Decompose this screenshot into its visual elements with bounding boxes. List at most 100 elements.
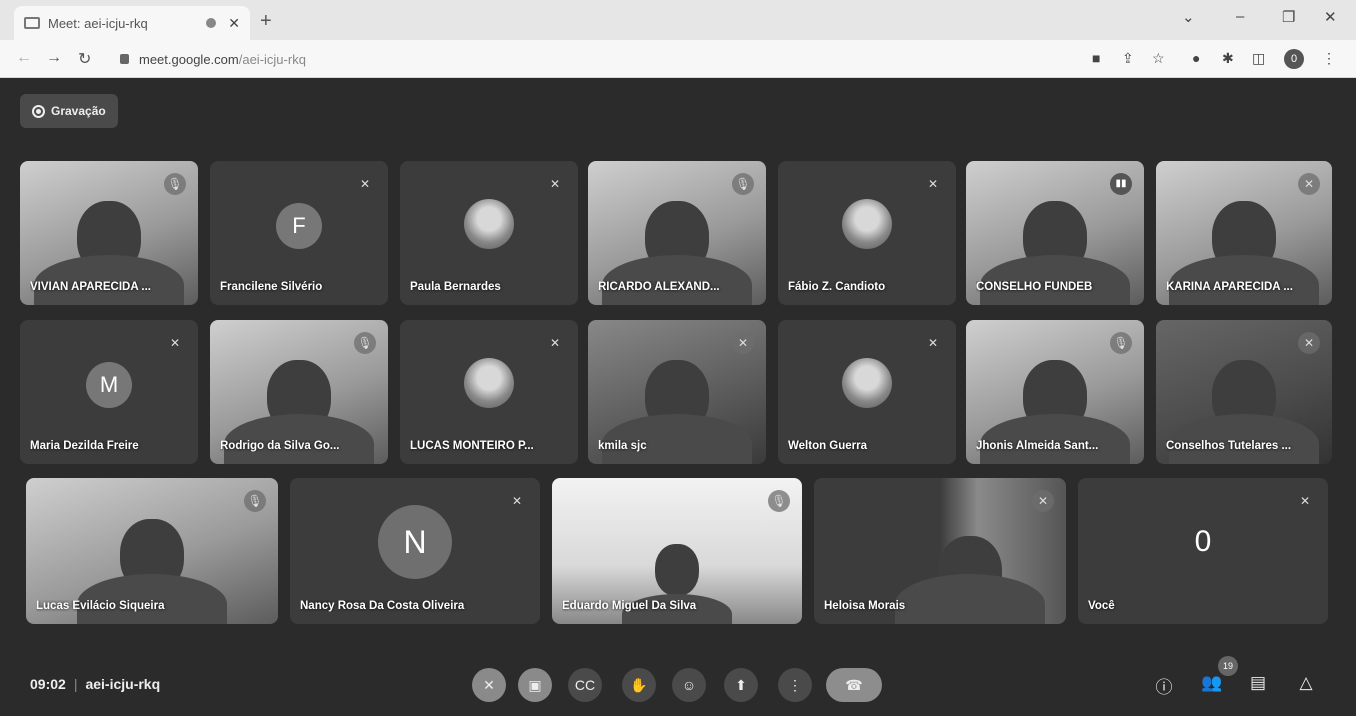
participant-avatar — [842, 358, 892, 408]
recording-indicator-icon — [206, 18, 217, 28]
participant-video-body — [224, 414, 374, 464]
browser-tab[interactable]: Meet: aei-icju-rkq ✕ — [14, 6, 250, 40]
participant-tile-self[interactable]: 0 ✕ Você — [1078, 478, 1328, 624]
new-tab-button[interactable]: + — [260, 10, 272, 33]
share-icon[interactable]: ⇪ — [1122, 50, 1134, 67]
participant-name: CONSELHO FUNDEB — [976, 281, 1093, 293]
participant-video-body — [980, 414, 1130, 464]
recording-label: Gravação — [51, 104, 106, 118]
participant-name: Francilene Silvério — [220, 281, 323, 293]
participant-tile[interactable]: ✕ Heloisa Morais — [814, 478, 1066, 624]
back-icon[interactable]: ← — [16, 49, 32, 67]
participant-name: LUCAS MONTEIRO P... — [410, 440, 534, 452]
participant-name: Rodrigo da Silva Go... — [220, 440, 340, 452]
extension-icon[interactable]: ● — [1192, 50, 1200, 66]
captions-button[interactable]: CC — [568, 668, 602, 702]
people-icon[interactable]: 👥 — [1200, 673, 1224, 693]
meet-favicon-icon — [24, 17, 40, 29]
participant-avatar — [842, 199, 892, 249]
more-options-button[interactable]: ⋮ — [778, 668, 812, 702]
participant-tile[interactable]: ▮▮ CONSELHO FUNDEB — [966, 161, 1144, 305]
participant-video-body — [602, 414, 752, 464]
participant-tile[interactable]: 🎙 Lucas Evilácio Siqueira — [26, 478, 278, 624]
participant-tile[interactable]: ✕ LUCAS MONTEIRO P... — [400, 320, 578, 464]
meeting-details-icon[interactable]: ⓘ — [1152, 673, 1176, 698]
mic-off-icon: ✕ — [1298, 332, 1320, 354]
restore-button[interactable]: ❐ — [1282, 8, 1295, 26]
participant-tile[interactable]: 🎙 Eduardo Miguel Da Silva — [552, 478, 802, 624]
participant-name: VIVIAN APARECIDA ... — [30, 281, 151, 293]
mic-off-icon: ✕ — [549, 336, 561, 350]
mic-off-icon: ✕ — [1032, 490, 1054, 512]
meeting-code: aei-icju-rkq — [85, 676, 161, 692]
participant-tile[interactable]: 🎙 VIVIAN APARECIDA ... — [20, 161, 198, 305]
participant-avatar — [464, 199, 514, 249]
meeting-info: 09:02 | aei-icju-rkq — [30, 676, 160, 692]
participant-tile[interactable]: ✕ kmila sjc — [588, 320, 766, 464]
mic-off-icon: ✕ — [169, 336, 181, 350]
participant-tile[interactable]: 🎙 RICARDO ALEXAND... — [588, 161, 766, 305]
url-field[interactable]: meet.google.com/aei-icju-rkq — [120, 48, 306, 70]
raise-hand-button[interactable]: ✋ — [622, 668, 656, 702]
participant-tile[interactable]: ✕ Welton Guerra — [778, 320, 956, 464]
camera-toggle-button[interactable]: ▣ — [518, 668, 552, 702]
participant-name: Nancy Rosa Da Costa Oliveira — [300, 600, 465, 612]
mic-off-icon: ✕ — [1299, 494, 1311, 508]
participant-name: kmila sjc — [598, 440, 647, 452]
chat-icon[interactable]: ▤ — [1246, 673, 1270, 693]
participant-name: Heloisa Morais — [824, 600, 906, 612]
side-panel-icon[interactable]: ◫ — [1252, 50, 1265, 67]
reload-icon[interactable]: ↻ — [78, 49, 91, 69]
profile-avatar[interactable]: 0 — [1284, 49, 1304, 69]
participant-avatar: 0 — [1194, 525, 1212, 558]
participant-tile[interactable]: ✕ KARINA APARECIDA ... — [1156, 161, 1332, 305]
tab-search-icon[interactable]: ⌄ — [1182, 8, 1195, 26]
participant-tile[interactable]: M ✕ Maria Dezilda Freire — [20, 320, 198, 464]
participant-name: Lucas Evilácio Siqueira — [36, 600, 165, 612]
url-host: meet.google.com — [139, 51, 239, 67]
browser-menu-icon[interactable]: ⋮ — [1322, 50, 1336, 67]
meet-stage: Gravação 🎙 VIVIAN APARECIDA ... F ✕ Fran… — [0, 78, 1356, 716]
participant-name: Fábio Z. Candioto — [788, 281, 886, 293]
recording-chip[interactable]: Gravação — [20, 94, 118, 128]
mic-off-icon: 🎙 — [732, 173, 754, 195]
emoji-reaction-button[interactable]: ☺ — [672, 668, 706, 702]
address-bar-row: ← → ↻ meet.google.com/aei-icju-rkq ■ ⇪ ☆… — [0, 40, 1356, 78]
participant-tile[interactable]: 🎙 Jhonis Almeida Sant... — [966, 320, 1144, 464]
mic-off-icon: 🎙 — [164, 173, 186, 195]
separator: | — [73, 676, 78, 692]
microphone-toggle-button[interactable]: ✕ — [472, 668, 506, 702]
minimize-button[interactable]: – — [1236, 8, 1244, 25]
activities-icon[interactable]: △ — [1294, 673, 1318, 693]
camera-indicator-icon[interactable]: ■ — [1092, 50, 1100, 66]
participant-name: Maria Dezilda Freire — [30, 440, 139, 452]
participant-tile[interactable]: ✕ Conselhos Tutelares ... — [1156, 320, 1332, 464]
people-count-badge: 19 — [1218, 656, 1238, 676]
participant-tile[interactable]: N ✕ Nancy Rosa Da Costa Oliveira — [290, 478, 540, 624]
leave-call-button[interactable]: ☎ — [826, 668, 882, 702]
participant-name: KARINA APARECIDA ... — [1166, 281, 1293, 293]
participant-avatar: F — [276, 203, 322, 249]
participant-name: Jhonis Almeida Sant... — [976, 440, 1099, 452]
bookmark-star-icon[interactable]: ☆ — [1152, 50, 1165, 67]
participant-tile[interactable]: 🎙 Rodrigo da Silva Go... — [210, 320, 388, 464]
participant-name: Welton Guerra — [788, 440, 868, 452]
mic-off-icon: 🎙 — [244, 490, 266, 512]
participant-video-body — [895, 574, 1046, 624]
participant-tile[interactable]: ✕ Paula Bernardes — [400, 161, 578, 305]
close-window-button[interactable]: ✕ — [1324, 8, 1337, 26]
participant-tile[interactable]: F ✕ Francilene Silvério — [210, 161, 388, 305]
forward-icon[interactable]: → — [46, 49, 62, 67]
record-icon — [32, 104, 45, 118]
url-path: /aei-icju-rkq — [238, 51, 306, 67]
lock-icon — [120, 54, 129, 64]
participant-avatar: N — [378, 505, 452, 579]
close-tab-icon[interactable]: ✕ — [228, 15, 240, 32]
present-screen-button[interactable]: ⬆ — [724, 668, 758, 702]
participant-video — [655, 543, 699, 596]
extensions-puzzle-icon[interactable]: ✱ — [1222, 50, 1234, 67]
participant-video-body — [602, 255, 752, 305]
participant-tile[interactable]: ✕ Fábio Z. Candioto — [778, 161, 956, 305]
mic-off-icon: ✕ — [927, 336, 939, 350]
mic-off-icon: ✕ — [1298, 173, 1320, 195]
